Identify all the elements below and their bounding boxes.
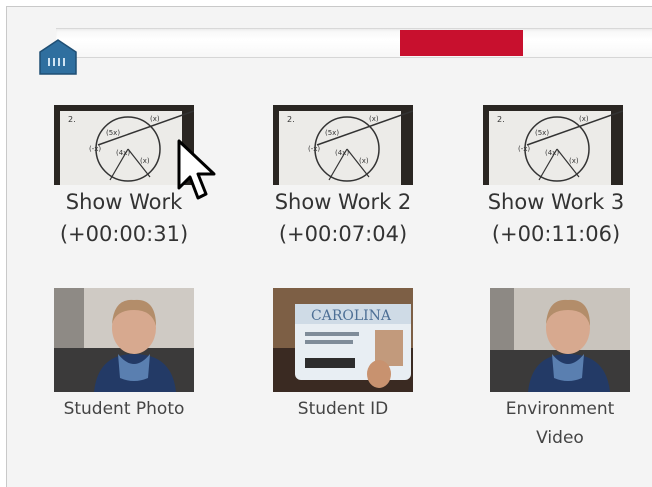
student-photo-thumbnail[interactable] <box>54 288 194 392</box>
svg-text:(x): (x) <box>140 157 150 165</box>
playhead-house-icon[interactable] <box>38 38 78 76</box>
show-work-3-timestamp: (+00:11:06) <box>491 222 621 246</box>
timeline-track[interactable] <box>56 28 652 58</box>
show-work-1-timestamp: (+00:00:31) <box>59 222 189 246</box>
svg-text:(x): (x) <box>359 157 369 165</box>
student-photo-label[interactable]: Student Photo <box>14 395 234 424</box>
timeline-flag-marker[interactable] <box>400 30 523 56</box>
show-work-3-label[interactable]: Show Work 3 (+00:11:06) <box>446 186 652 250</box>
svg-text:(4x): (4x) <box>116 149 130 157</box>
show-work-3-title: Show Work 3 <box>487 190 625 214</box>
svg-text:(x): (x) <box>150 115 160 123</box>
show-work-thumbnail-1[interactable]: 2. (5x) (-x) (4x) (x) (x) <box>54 105 194 185</box>
svg-text:(-x): (-x) <box>89 145 101 153</box>
student-photo-label-text: Student Photo <box>63 399 185 419</box>
id-card-brand-text: CAROLINA <box>311 308 392 324</box>
svg-text:(4x): (4x) <box>335 149 349 157</box>
environment-video-label[interactable]: Environment Video <box>450 395 652 453</box>
show-work-2-title: Show Work 2 <box>274 190 412 214</box>
paper-number-text: 2. <box>287 115 295 124</box>
svg-text:(5x): (5x) <box>325 129 339 137</box>
paper-number-text: 2. <box>497 115 505 124</box>
paper-number-text: 2. <box>68 115 76 124</box>
student-id-label[interactable]: Student ID <box>233 395 453 424</box>
svg-text:(5x): (5x) <box>106 129 120 137</box>
show-work-2-timestamp: (+00:07:04) <box>278 222 408 246</box>
show-work-thumbnail-2[interactable]: 2. (5x) (-x) (4x) (x) (x) <box>273 105 413 185</box>
mouse-pointer-icon <box>176 138 220 210</box>
show-work-2-label[interactable]: Show Work 2 (+00:07:04) <box>233 186 453 250</box>
svg-text:(4x): (4x) <box>545 149 559 157</box>
environment-video-label-line2: Video <box>536 428 584 448</box>
svg-text:(-x): (-x) <box>308 145 320 153</box>
environment-video-label-line1: Environment <box>505 399 615 419</box>
show-work-thumbnail-3[interactable]: 2. (5x) (-x) (4x) (x) (x) <box>483 105 623 185</box>
student-id-label-text: Student ID <box>297 399 389 419</box>
svg-text:(x): (x) <box>369 115 379 123</box>
environment-video-thumbnail[interactable] <box>490 288 630 392</box>
svg-text:(5x): (5x) <box>535 129 549 137</box>
svg-text:(x): (x) <box>569 157 579 165</box>
svg-text:(x): (x) <box>579 115 589 123</box>
student-id-thumbnail[interactable]: CAROLINA <box>273 288 413 392</box>
svg-text:(-x): (-x) <box>518 145 530 153</box>
